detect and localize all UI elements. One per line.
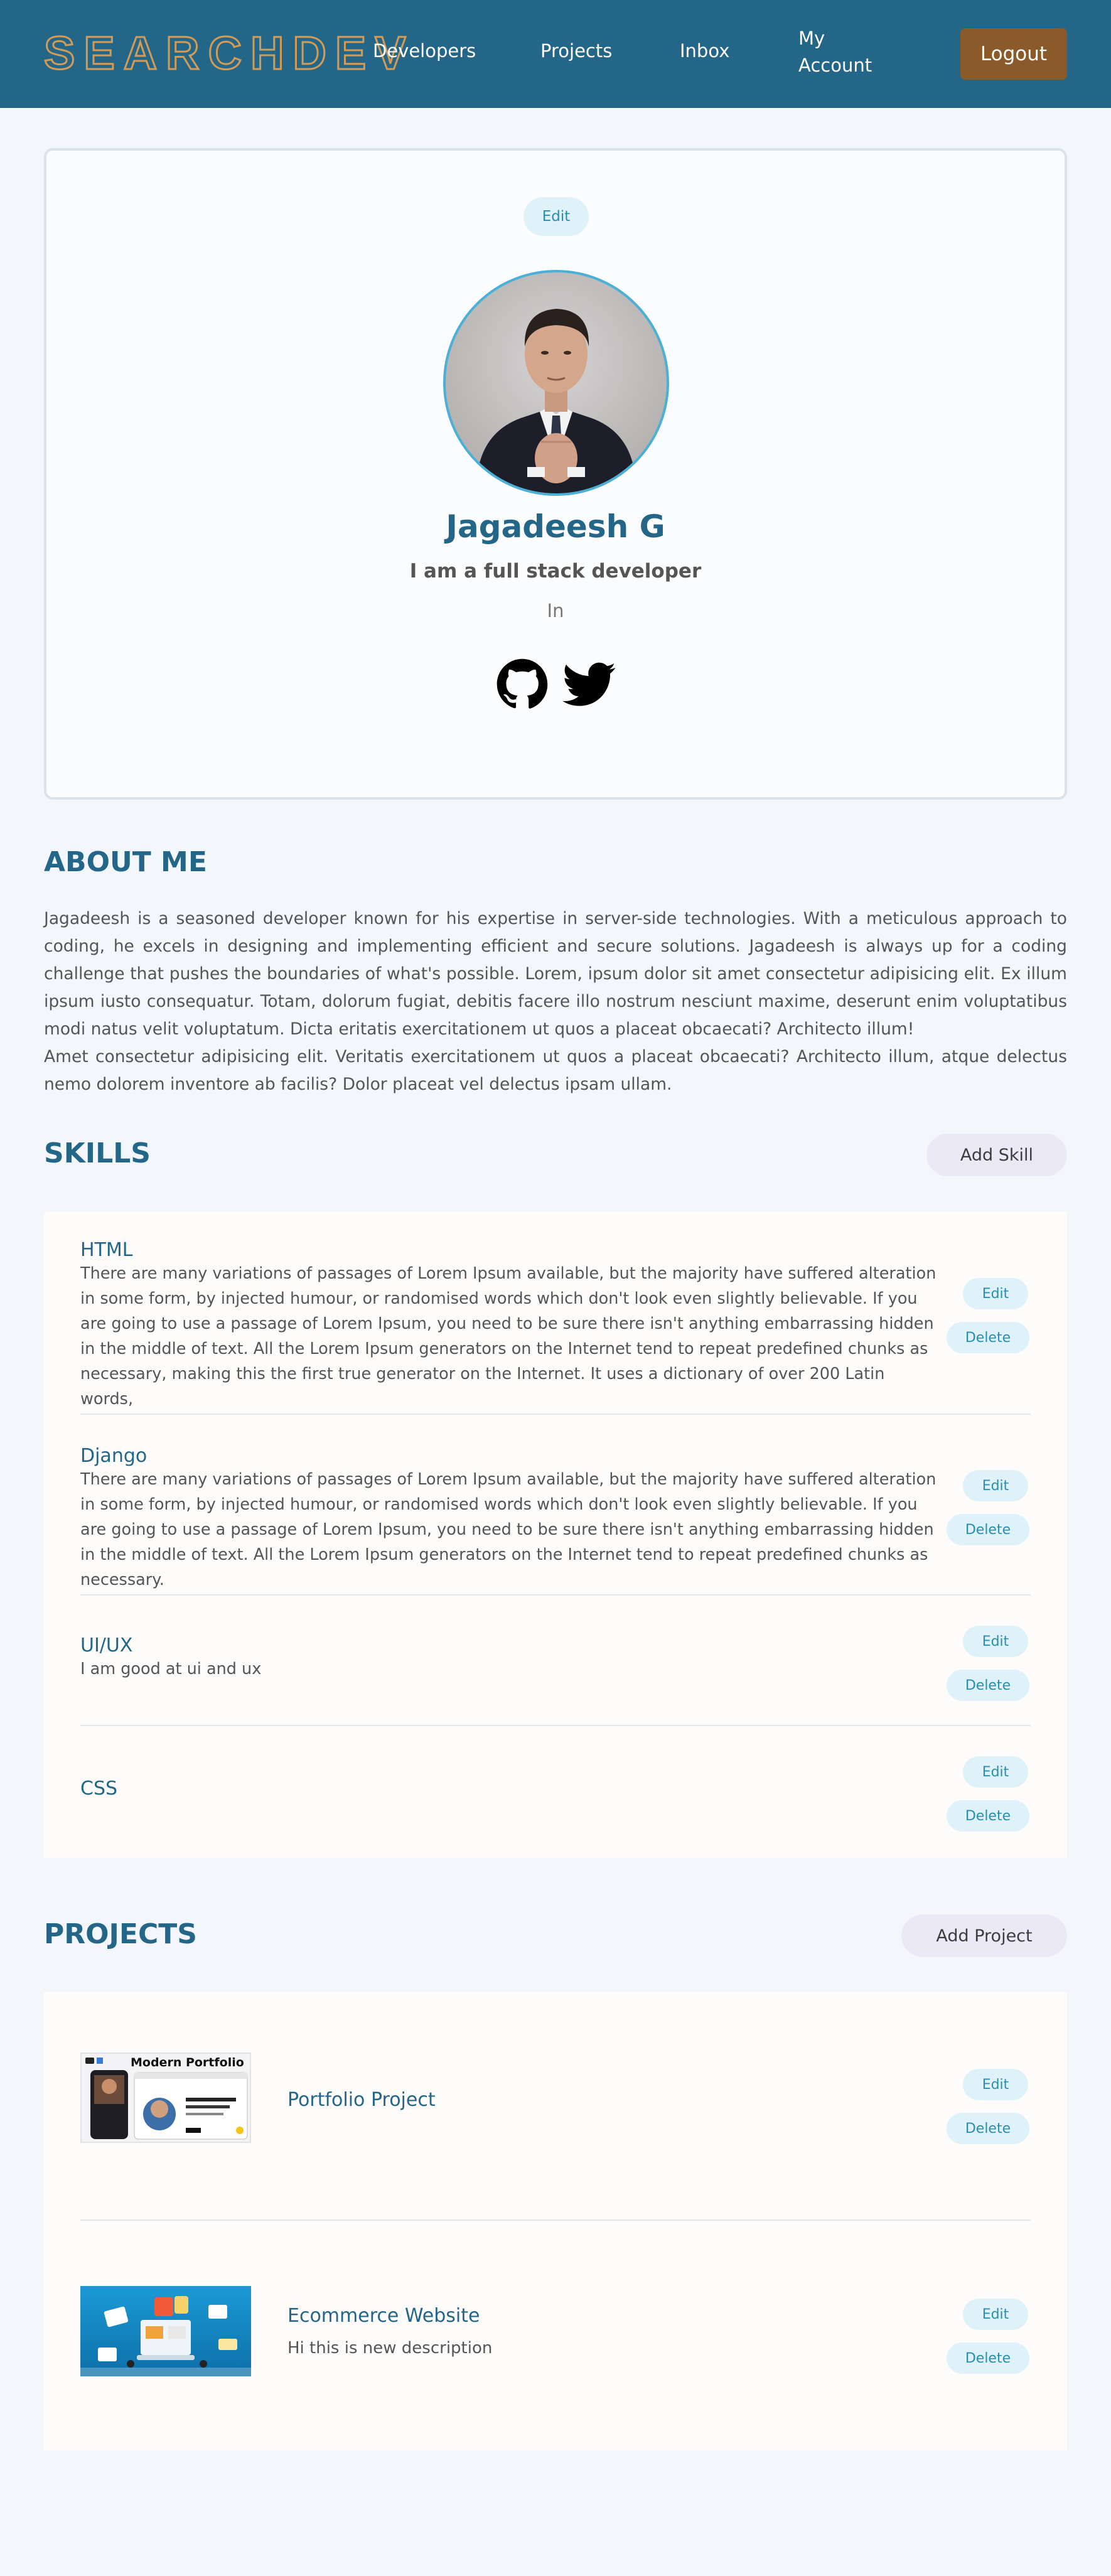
twitter-icon[interactable] — [562, 662, 616, 708]
github-icon[interactable] — [496, 658, 549, 711]
about-text: Jagadeesh is a seasoned developer known … — [44, 905, 1067, 1098]
add-project-button[interactable]: Add Project — [901, 1914, 1067, 1957]
project-thumbnail[interactable]: Modern Portfolio — [80, 2053, 251, 2143]
delete-skill-button[interactable]: Delete — [947, 1322, 1029, 1353]
delete-skill-button[interactable]: Delete — [947, 1800, 1029, 1832]
skills-section-title: SKILLS — [44, 1137, 151, 1169]
project-title-link[interactable]: Portfolio Project — [287, 2089, 436, 2111]
avatar-image — [471, 309, 641, 493]
site-logo[interactable]: SEARCHDEV — [43, 25, 415, 82]
projects-list: Modern Portfolio Portfolio Project Edit … — [44, 1992, 1067, 2450]
about-paragraph-1: Jagadeesh is a seasoned developer known … — [44, 909, 1067, 1039]
skill-description: There are many variations of passages of… — [80, 1470, 937, 1589]
edit-project-button[interactable]: Edit — [963, 2299, 1028, 2330]
edit-skill-button[interactable]: Edit — [963, 1278, 1028, 1309]
skill-name: CSS — [80, 1778, 118, 1800]
profile-card: Edit Jagadeesh G I am a full stack devel… — [44, 148, 1067, 800]
delete-skill-button[interactable]: Delete — [947, 1670, 1029, 1701]
delete-project-button[interactable]: Delete — [947, 2113, 1029, 2144]
profile-name: Jagadeesh G — [446, 508, 665, 545]
skill-description: There are many variations of passages of… — [80, 1264, 937, 1409]
nav-developers-link[interactable]: Developers — [373, 40, 476, 62]
profile-headline: I am a full stack developer — [409, 560, 702, 582]
nav-inbox-link[interactable]: Inbox — [680, 40, 729, 62]
top-navbar: SEARCHDEV Developers Projects Inbox My A… — [0, 0, 1111, 108]
nav-my-account-link[interactable]: My Account — [798, 25, 880, 79]
about-paragraph-2: Amet consectetur adipisicing elit. Verit… — [44, 1047, 1067, 1094]
projects-section-title: PROJECTS — [44, 1918, 197, 1950]
avatar — [443, 270, 669, 496]
skill-description: I am good at ui and ux — [80, 1660, 262, 1678]
ecommerce-thumbnail-image — [80, 2286, 251, 2376]
skill-item: UI/UX I am good at ui and ux — [80, 1634, 1031, 1682]
skill-item: CSS — [80, 1778, 1031, 1800]
delete-skill-button[interactable]: Delete — [947, 1514, 1029, 1545]
skill-name: Django — [80, 1445, 148, 1467]
edit-skill-button[interactable]: Edit — [963, 1626, 1028, 1657]
skill-item: HTML There are many variations of passag… — [80, 1239, 1031, 1412]
edit-skill-button[interactable]: Edit — [963, 1470, 1028, 1501]
profile-location: In — [547, 600, 564, 621]
nav-projects-link[interactable]: Projects — [540, 40, 612, 62]
skill-name: HTML — [80, 1239, 133, 1261]
edit-profile-button[interactable]: Edit — [523, 197, 589, 236]
skills-list: HTML There are many variations of passag… — [44, 1211, 1067, 1858]
divider — [80, 1725, 1031, 1726]
divider — [80, 1414, 1031, 1415]
project-description: Hi this is new description — [287, 2339, 493, 2358]
portfolio-thumbnail-image: Modern Portfolio — [82, 2054, 250, 2142]
about-section-title: ABOUT ME — [44, 846, 207, 878]
edit-skill-button[interactable]: Edit — [963, 1756, 1028, 1788]
divider — [80, 2219, 1031, 2221]
skill-name: UI/UX — [80, 1634, 133, 1656]
divider — [80, 1594, 1031, 1596]
delete-project-button[interactable]: Delete — [947, 2343, 1029, 2374]
project-title-link[interactable]: Ecommerce Website — [287, 2305, 480, 2327]
logout-button[interactable]: Logout — [960, 28, 1067, 80]
thumbnail-heading: Modern Portfolio — [131, 2056, 244, 2069]
add-skill-button[interactable]: Add Skill — [926, 1134, 1067, 1176]
project-thumbnail[interactable] — [80, 2286, 251, 2376]
edit-project-button[interactable]: Edit — [963, 2069, 1028, 2100]
skill-item: Django There are many variations of pass… — [80, 1445, 1031, 1592]
